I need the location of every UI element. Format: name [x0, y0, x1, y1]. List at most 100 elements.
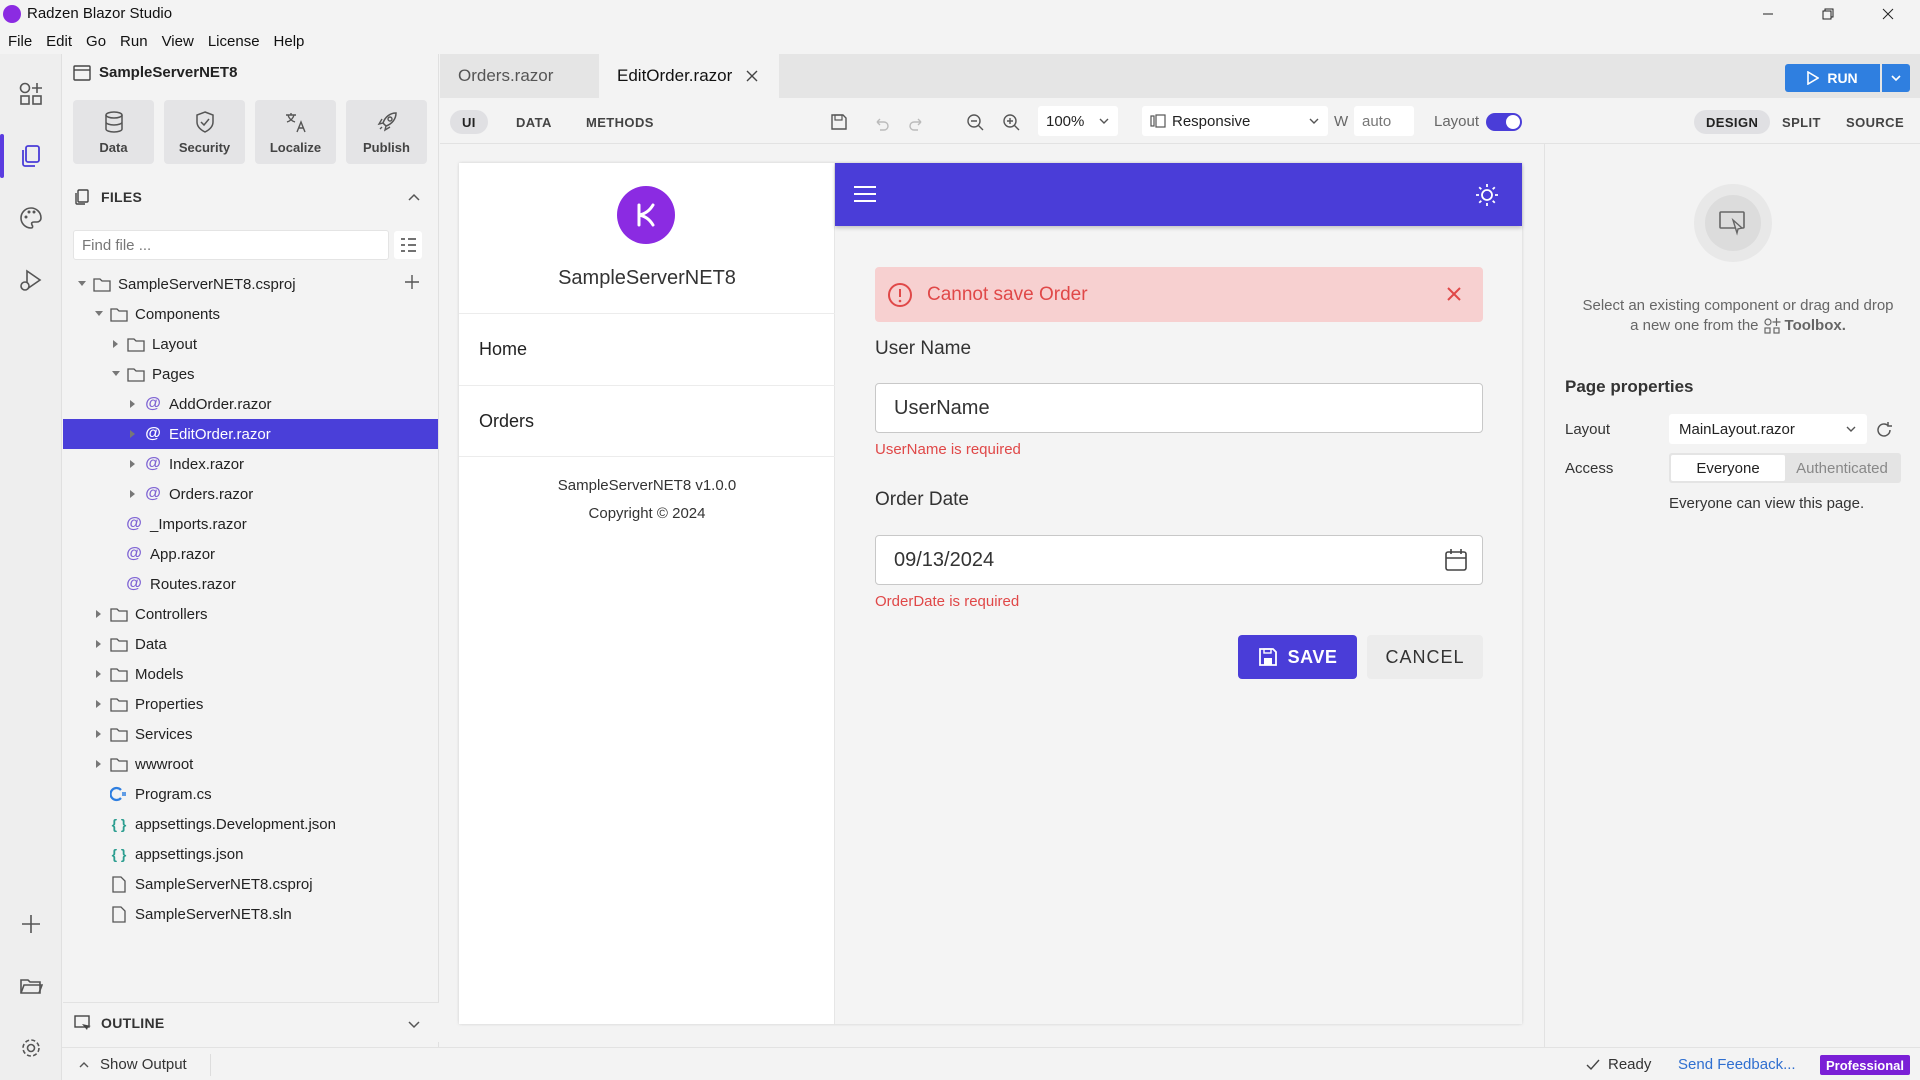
add-activity[interactable]: [0, 896, 62, 952]
expand-caret[interactable]: [75, 277, 89, 291]
tab-editorder-razor[interactable]: EditOrder.razor: [599, 54, 779, 98]
nav-orders[interactable]: Orders: [459, 385, 835, 457]
tree-item[interactable]: Data: [63, 629, 438, 659]
ui-mode-tab[interactable]: UI: [450, 110, 488, 134]
expand-caret[interactable]: [92, 727, 106, 741]
expand-caret[interactable]: [126, 427, 140, 441]
settings-activity[interactable]: [0, 1020, 62, 1076]
tree-item[interactable]: Properties: [63, 689, 438, 719]
run-options-button[interactable]: [1882, 64, 1910, 92]
run-debug-activity[interactable]: [0, 252, 62, 308]
tree-item[interactable]: { } appsettings.json: [63, 839, 438, 869]
tree-item[interactable]: @ App.razor: [63, 539, 438, 569]
localize-tool-button[interactable]: Localize: [255, 100, 336, 164]
files-section-header[interactable]: FILES: [73, 188, 142, 206]
undo-button[interactable]: [868, 109, 894, 135]
expand-caret[interactable]: [126, 397, 140, 411]
security-tool-button[interactable]: Security: [164, 100, 245, 164]
username-input[interactable]: UserName: [875, 383, 1483, 433]
menu-file[interactable]: File: [8, 33, 32, 50]
themes-activity[interactable]: [0, 190, 62, 246]
restore-button[interactable]: [1800, 0, 1856, 28]
tree-item[interactable]: SampleServerNET8.csproj: [63, 269, 438, 299]
toolbox-activity[interactable]: [0, 66, 62, 122]
expand-caret[interactable]: [109, 337, 123, 351]
access-everyone[interactable]: Everyone: [1671, 455, 1785, 481]
files-activity[interactable]: [0, 128, 62, 184]
tree-item[interactable]: @ Index.razor: [63, 449, 438, 479]
save-file-button[interactable]: [826, 109, 852, 135]
design-view-tab[interactable]: DESIGN: [1694, 110, 1771, 134]
design-canvas[interactable]: SampleServerNET8 Home Orders SampleServe…: [459, 163, 1522, 1024]
source-view-tab[interactable]: SOURCE: [1834, 110, 1916, 134]
calendar-icon[interactable]: [1444, 548, 1468, 572]
close-alert-icon[interactable]: [1447, 287, 1461, 301]
zoom-in-button[interactable]: [998, 109, 1024, 135]
tree-item[interactable]: @ EditOrder.razor: [63, 419, 438, 449]
redo-button[interactable]: [904, 109, 930, 135]
tree-item[interactable]: @ Routes.razor: [63, 569, 438, 599]
refresh-layout-button[interactable]: [1875, 421, 1893, 439]
methods-mode-tab[interactable]: METHODS: [574, 110, 666, 134]
close-tab-icon[interactable]: [746, 70, 758, 82]
publish-tool-button[interactable]: Publish: [346, 100, 427, 164]
data-mode-tab[interactable]: DATA: [504, 110, 564, 134]
outline-section[interactable]: OUTLINE: [63, 1002, 439, 1042]
tree-item[interactable]: Models: [63, 659, 438, 689]
expand-caret[interactable]: [92, 307, 106, 321]
collapse-files-button[interactable]: [407, 190, 421, 204]
tree-item[interactable]: { } appsettings.Development.json: [63, 809, 438, 839]
expand-caret[interactable]: [92, 637, 106, 651]
tree-item[interactable]: SampleServerNET8.csproj: [63, 869, 438, 899]
close-window-button[interactable]: [1860, 0, 1916, 28]
cancel-button[interactable]: CANCEL: [1367, 635, 1483, 679]
zoom-select[interactable]: 100%: [1038, 106, 1118, 136]
open-folder-activity[interactable]: [0, 958, 62, 1014]
expand-caret[interactable]: [92, 697, 106, 711]
expand-caret[interactable]: [92, 607, 106, 621]
menu-help[interactable]: Help: [274, 33, 305, 50]
data-tool-button[interactable]: Data: [73, 100, 154, 164]
minimize-button[interactable]: [1740, 0, 1796, 28]
expand-caret[interactable]: [126, 487, 140, 501]
zoom-out-button[interactable]: [962, 109, 988, 135]
run-button[interactable]: RUN: [1785, 64, 1880, 92]
menu-license[interactable]: License: [208, 33, 260, 50]
tree-item[interactable]: Controllers: [63, 599, 438, 629]
expand-caret[interactable]: [109, 367, 123, 381]
tree-view-toggle[interactable]: [394, 231, 422, 259]
tree-item[interactable]: Program.cs: [63, 779, 438, 809]
split-view-tab[interactable]: SPLIT: [1770, 110, 1833, 134]
new-file-button[interactable]: [404, 274, 420, 290]
sidebar-toggle-button[interactable]: [853, 185, 877, 203]
tree-item[interactable]: Components: [63, 299, 438, 329]
orderdate-input[interactable]: 09/13/2024: [875, 535, 1483, 585]
expand-caret[interactable]: [92, 667, 106, 681]
tree-item[interactable]: SampleServerNET8.sln: [63, 899, 438, 929]
tree-item[interactable]: wwwroot: [63, 749, 438, 779]
menu-go[interactable]: Go: [86, 33, 106, 50]
width-input[interactable]: auto: [1354, 106, 1414, 136]
tree-item[interactable]: @ _Imports.razor: [63, 509, 438, 539]
show-output-button[interactable]: Show Output: [78, 1056, 187, 1073]
tree-item[interactable]: @ Orders.razor: [63, 479, 438, 509]
send-feedback-link[interactable]: Send Feedback...: [1678, 1056, 1796, 1073]
tree-item[interactable]: Pages: [63, 359, 438, 389]
tab-orders-razor[interactable]: Orders.razor: [440, 54, 599, 98]
theme-toggle-button[interactable]: [1475, 183, 1499, 207]
find-file-input[interactable]: [73, 230, 389, 260]
save-button[interactable]: SAVE: [1238, 635, 1357, 679]
layout-toggle[interactable]: [1486, 113, 1522, 131]
menu-run[interactable]: Run: [120, 33, 148, 50]
tree-item[interactable]: Services: [63, 719, 438, 749]
menu-view[interactable]: View: [162, 33, 194, 50]
expand-outline-button[interactable]: [407, 1017, 421, 1031]
tree-item[interactable]: @ AddOrder.razor: [63, 389, 438, 419]
access-authenticated[interactable]: Authenticated: [1785, 455, 1899, 481]
nav-home[interactable]: Home: [459, 313, 835, 385]
menu-edit[interactable]: Edit: [46, 33, 72, 50]
device-select[interactable]: Responsive: [1142, 106, 1328, 136]
tree-item[interactable]: Layout: [63, 329, 438, 359]
layout-prop-select[interactable]: MainLayout.razor: [1669, 414, 1867, 444]
expand-caret[interactable]: [92, 757, 106, 771]
